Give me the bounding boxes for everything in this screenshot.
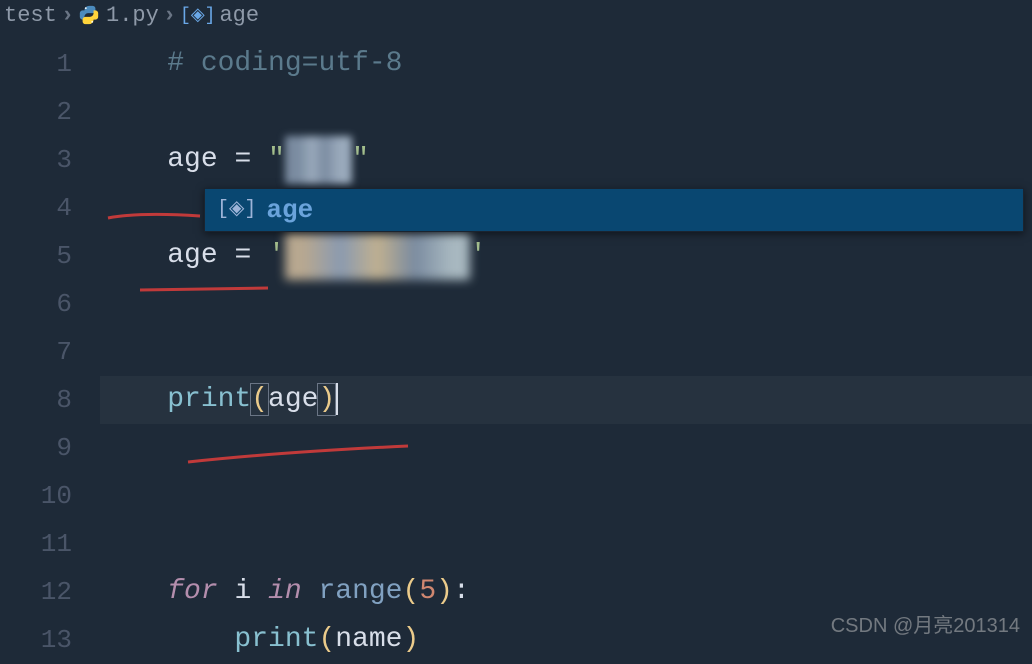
comment-text: # coding=utf-8 [167,48,402,79]
code-line-current[interactable]: print(age) [100,376,1032,424]
code-line[interactable] [100,424,1032,472]
python-icon [78,4,100,26]
bracket-open: ( [250,383,269,416]
code-line[interactable]: # coding=utf-8 [100,40,1032,88]
function-call: print [167,384,251,415]
redacted-text: XXXX [285,136,352,184]
autocomplete-label: age [266,193,313,227]
line-number: 10 [0,472,72,520]
redacted-text: lXXXXXXXXXu [285,232,470,280]
chevron-right-icon: › [61,3,74,28]
line-number: 6 [0,280,72,328]
breadcrumb-symbol[interactable]: [◈] age [180,3,259,28]
code-line[interactable] [100,280,1032,328]
code-line[interactable] [100,328,1032,376]
autocomplete-popup[interactable]: [◈] age [204,188,1024,232]
line-number: 12 [0,568,72,616]
code-line[interactable] [100,520,1032,568]
breadcrumb-folder[interactable]: test [4,3,57,28]
variable-name: age [167,144,217,175]
keyword-for: for [167,576,217,607]
code-line[interactable]: age = "XXXX" [100,136,1032,184]
bracket-close: ) [317,383,336,416]
text-cursor [336,383,338,415]
breadcrumb[interactable]: test › 1.py › [◈] age [0,0,1032,30]
code-editor[interactable]: 1 2 3 4 5 6 7 8 9 10 11 12 13 # coding=u… [0,30,1032,646]
watermark-text: CSDN @月亮201314 [831,609,1020,638]
line-number: 1 [0,40,72,88]
keyword-in: in [268,576,302,607]
variable-icon: [◈] [180,4,215,26]
code-line[interactable] [100,88,1032,136]
code-line[interactable] [100,472,1032,520]
line-number: 5 [0,232,72,280]
code-line[interactable]: age = 'lXXXXXXXXXu' [100,232,1032,280]
line-number: 7 [0,328,72,376]
chevron-right-icon: › [163,3,176,28]
line-number: 9 [0,424,72,472]
line-number-gutter: 1 2 3 4 5 6 7 8 9 10 11 12 13 [0,30,100,646]
variable-icon: [◈] [217,193,256,227]
line-number: 4 [0,184,72,232]
autocomplete-item[interactable]: [◈] age [205,189,1023,231]
line-number: 8 [0,376,72,424]
line-number: 3 [0,136,72,184]
line-number: 2 [0,88,72,136]
line-number: 13 [0,616,72,664]
line-number: 11 [0,520,72,568]
breadcrumb-file[interactable]: 1.py [78,3,159,28]
variable-name: age [167,240,217,271]
code-content[interactable]: # coding=utf-8 age = "XXXX" age = 'lXXXX… [100,30,1032,646]
